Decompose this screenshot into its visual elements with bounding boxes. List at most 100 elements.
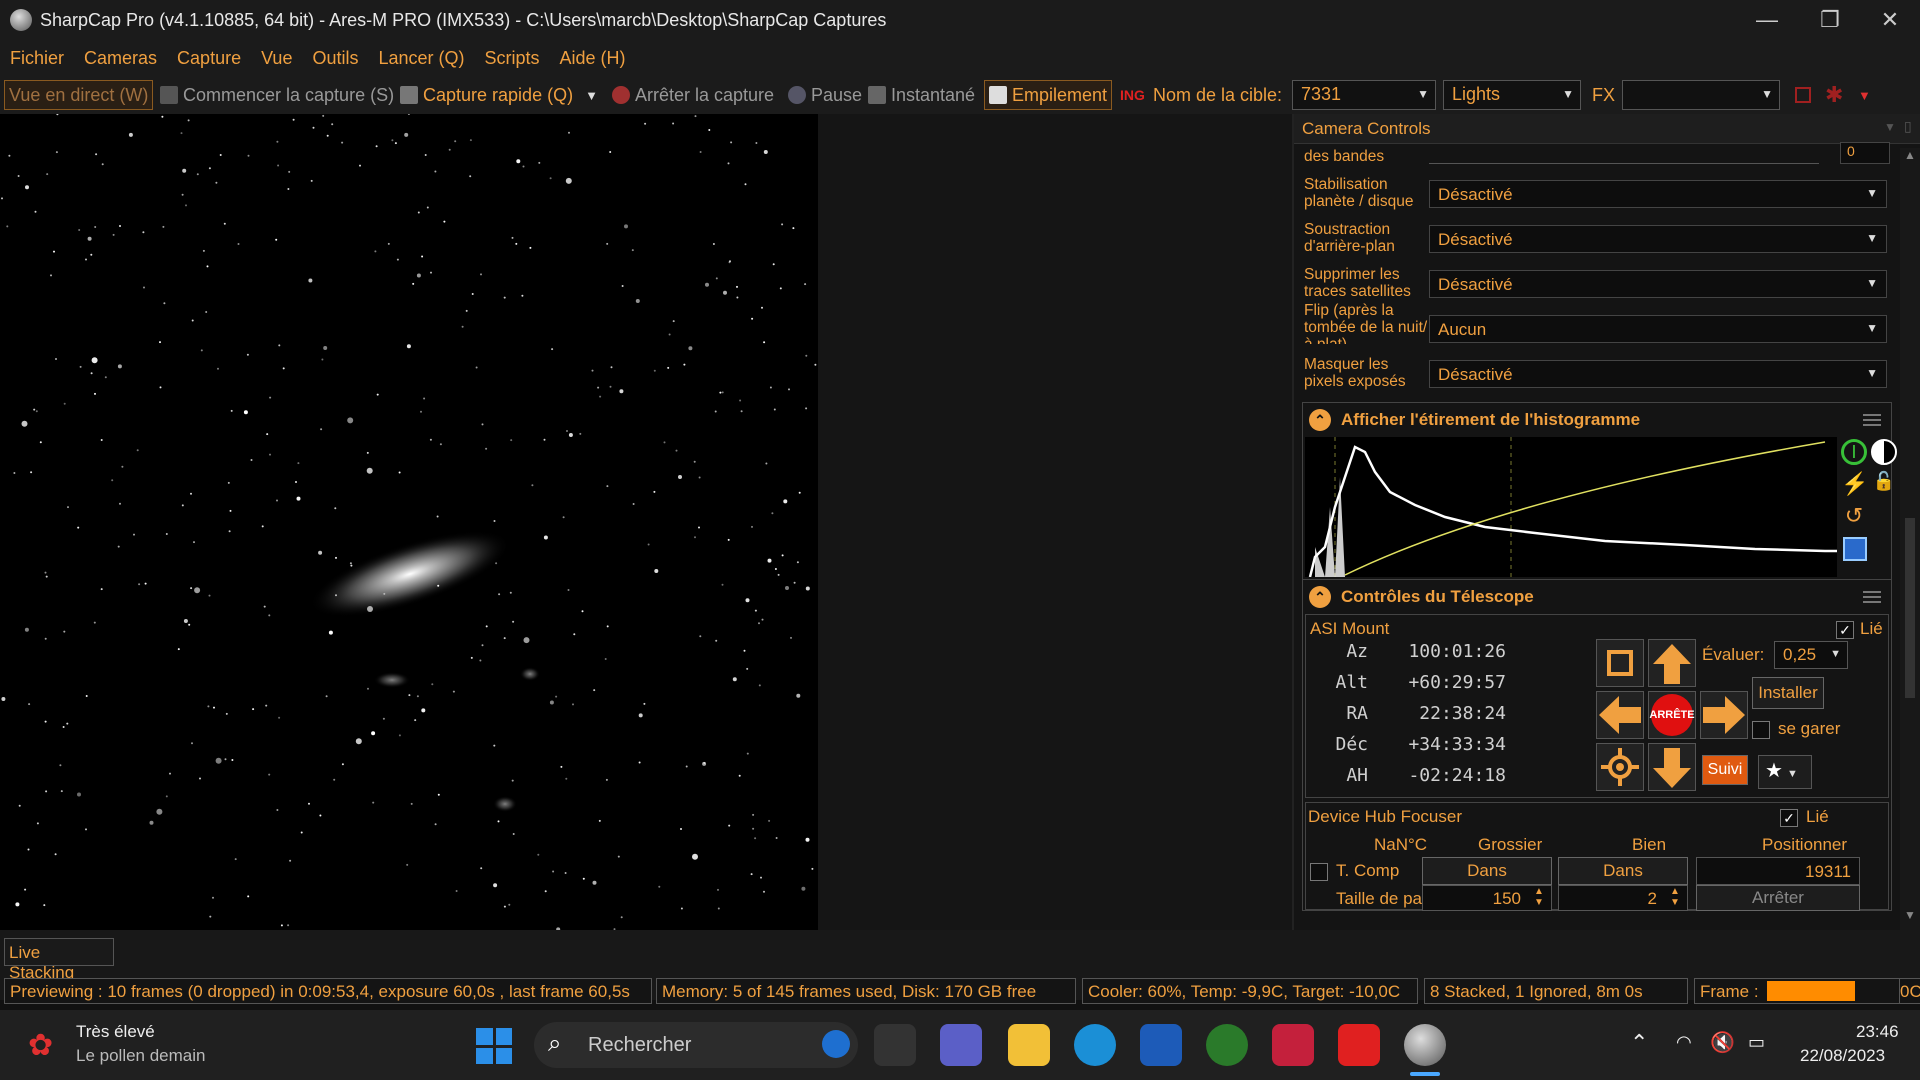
- panel-scrollbar[interactable]: ▲ ▼: [1900, 148, 1920, 930]
- task-view-icon[interactable]: [874, 1024, 916, 1066]
- stop-mount-button[interactable]: ARRÊTE: [1648, 691, 1696, 739]
- weather-title[interactable]: Très élevé: [76, 1022, 155, 1042]
- wifi-icon[interactable]: ◠: [1676, 1032, 1692, 1053]
- rate-select[interactable]: 0,25 ▼: [1774, 641, 1848, 669]
- frame-type-combo[interactable]: Lights ▼: [1443, 80, 1581, 110]
- file-explorer-icon[interactable]: [1008, 1024, 1050, 1066]
- star: [758, 622, 760, 625]
- goto-button[interactable]: [1596, 639, 1644, 687]
- menu-aide[interactable]: Aide (H): [560, 48, 626, 69]
- star: [100, 439, 103, 441]
- histogram-plot[interactable]: [1305, 437, 1837, 578]
- restore-button[interactable]: ❐: [1800, 0, 1860, 40]
- anydesk-icon[interactable]: [1338, 1024, 1380, 1066]
- live-stacking-tab[interactable]: Live Stacking: [4, 938, 114, 982]
- scroll-up-icon[interactable]: ▲: [1904, 148, 1916, 162]
- chevron-down-icon[interactable]: ▼: [1884, 120, 1896, 134]
- collapse-icon[interactable]: ⌃: [1309, 586, 1331, 608]
- menu-scripts[interactable]: Scripts: [485, 48, 540, 69]
- weather-subtitle[interactable]: Le pollen demain: [76, 1046, 205, 1066]
- mask-pixels-select[interactable]: Désactivé ▼: [1429, 360, 1887, 388]
- pollen-icon[interactable]: ✿: [28, 1028, 64, 1062]
- quick-capture-button[interactable]: Capture rapide (Q) ▼: [400, 80, 598, 110]
- crosshair-icon[interactable]: ✱: [1825, 80, 1843, 110]
- edge-icon[interactable]: [1074, 1024, 1116, 1066]
- fine-step-spinner[interactable]: ▲ ▼: [1664, 886, 1686, 910]
- install-button[interactable]: Installer: [1752, 677, 1824, 709]
- satellite-trails-select[interactable]: Désactivé ▼: [1429, 270, 1887, 298]
- star: [805, 354, 808, 357]
- live-view-button[interactable]: Vue en direct (W): [4, 80, 154, 110]
- start-capture-button[interactable]: Commencer la capture (S): [160, 80, 394, 110]
- reset-icon[interactable]: ↺: [1841, 503, 1867, 529]
- stop-capture-button[interactable]: Arrêter la capture: [612, 80, 774, 110]
- tcomp-checkbox[interactable]: [1310, 863, 1328, 881]
- close-button[interactable]: ✕: [1860, 0, 1920, 40]
- background-subtraction-select[interactable]: Désactivé ▼: [1429, 225, 1887, 253]
- stabilization-select[interactable]: Désactivé ▼: [1429, 180, 1887, 208]
- contrast-icon[interactable]: [1871, 439, 1897, 465]
- menu-lancer[interactable]: Lancer (Q): [378, 48, 464, 69]
- park-checkbox[interactable]: [1752, 721, 1770, 739]
- collapse-icon[interactable]: ⌃: [1309, 409, 1331, 431]
- menu-vue[interactable]: Vue: [261, 48, 292, 69]
- focuser-stop-button[interactable]: Arrêter: [1696, 885, 1860, 911]
- pin-icon[interactable]: ▯: [1904, 118, 1912, 135]
- west-button[interactable]: [1596, 691, 1644, 739]
- tracking-button[interactable]: Suivi: [1702, 755, 1748, 785]
- minimize-button[interactable]: —: [1737, 0, 1797, 40]
- band-slider[interactable]: [1429, 144, 1819, 164]
- chat-icon[interactable]: [940, 1024, 982, 1066]
- star: [312, 126, 315, 129]
- menu-outils[interactable]: Outils: [312, 48, 358, 69]
- reticle-icon[interactable]: [1795, 87, 1811, 103]
- clock-time[interactable]: 23:46: [1856, 1022, 1899, 1042]
- position-input[interactable]: 19311: [1696, 857, 1860, 885]
- coarse-step-spinner[interactable]: ▲ ▼: [1528, 886, 1550, 910]
- fits-header-icon[interactable]: ING: [1120, 80, 1145, 110]
- start-button[interactable]: [476, 1028, 512, 1064]
- chevron-down-icon[interactable]: ▼: [585, 88, 598, 103]
- store-icon[interactable]: [1140, 1024, 1182, 1066]
- coarse-in-button[interactable]: Dans: [1422, 857, 1552, 885]
- menu-fichier[interactable]: Fichier: [10, 48, 64, 69]
- target-name-combo[interactable]: 7331 ▼: [1292, 80, 1436, 110]
- menu-icon[interactable]: [1863, 414, 1881, 426]
- menu-icon[interactable]: [1863, 591, 1881, 603]
- stacking-button[interactable]: Empilement: [984, 80, 1113, 110]
- band-value[interactable]: 0: [1840, 142, 1890, 164]
- star-icon: ★: [1765, 760, 1783, 782]
- chevron-up-icon[interactable]: ⌃: [1630, 1030, 1648, 1056]
- focuser-linked-checkbox[interactable]: ✓: [1780, 809, 1798, 827]
- lightning-icon[interactable]: ⚡: [1841, 471, 1868, 497]
- south-button[interactable]: [1648, 743, 1696, 791]
- battery-icon[interactable]: ▭: [1748, 1032, 1765, 1053]
- star: [111, 479, 114, 482]
- flip-select[interactable]: Aucun ▼: [1429, 315, 1887, 343]
- bing-icon[interactable]: [822, 1030, 850, 1058]
- search-box[interactable]: ⌕ Rechercher: [534, 1022, 858, 1068]
- snapshot-button[interactable]: Instantané: [868, 80, 975, 110]
- scroll-down-icon[interactable]: ▼: [1904, 908, 1916, 922]
- histogram-header[interactable]: ⌃ Afficher l'étirement de l'histogramme: [1303, 403, 1891, 437]
- home-button[interactable]: [1596, 743, 1644, 791]
- telescope-header[interactable]: ⌃ Contrôles du Télescope: [1303, 580, 1891, 614]
- fx-combo[interactable]: ▼: [1622, 80, 1780, 110]
- power-icon[interactable]: |: [1841, 439, 1867, 465]
- phd2-icon[interactable]: [1206, 1024, 1248, 1066]
- menu-cameras[interactable]: Cameras: [84, 48, 157, 69]
- mount-linked-checkbox[interactable]: ✓: [1836, 621, 1854, 639]
- east-button[interactable]: [1700, 691, 1748, 739]
- save-icon[interactable]: [1843, 537, 1867, 561]
- clock-date[interactable]: 22/08/2023: [1800, 1046, 1885, 1066]
- pause-button[interactable]: Pause: [788, 80, 862, 110]
- volume-muted-icon[interactable]: 🔇: [1710, 1030, 1735, 1055]
- astro-app-icon[interactable]: [1272, 1024, 1314, 1066]
- star-select[interactable]: ★ ▼: [1758, 755, 1812, 789]
- lock-icon[interactable]: 🔓: [1871, 471, 1897, 497]
- chevron-down-icon[interactable]: ▼: [1858, 80, 1871, 110]
- fine-in-button[interactable]: Dans: [1558, 857, 1688, 885]
- north-button[interactable]: [1648, 639, 1696, 687]
- sharpcap-taskbar-icon[interactable]: [1404, 1024, 1446, 1066]
- menu-capture[interactable]: Capture: [177, 48, 241, 69]
